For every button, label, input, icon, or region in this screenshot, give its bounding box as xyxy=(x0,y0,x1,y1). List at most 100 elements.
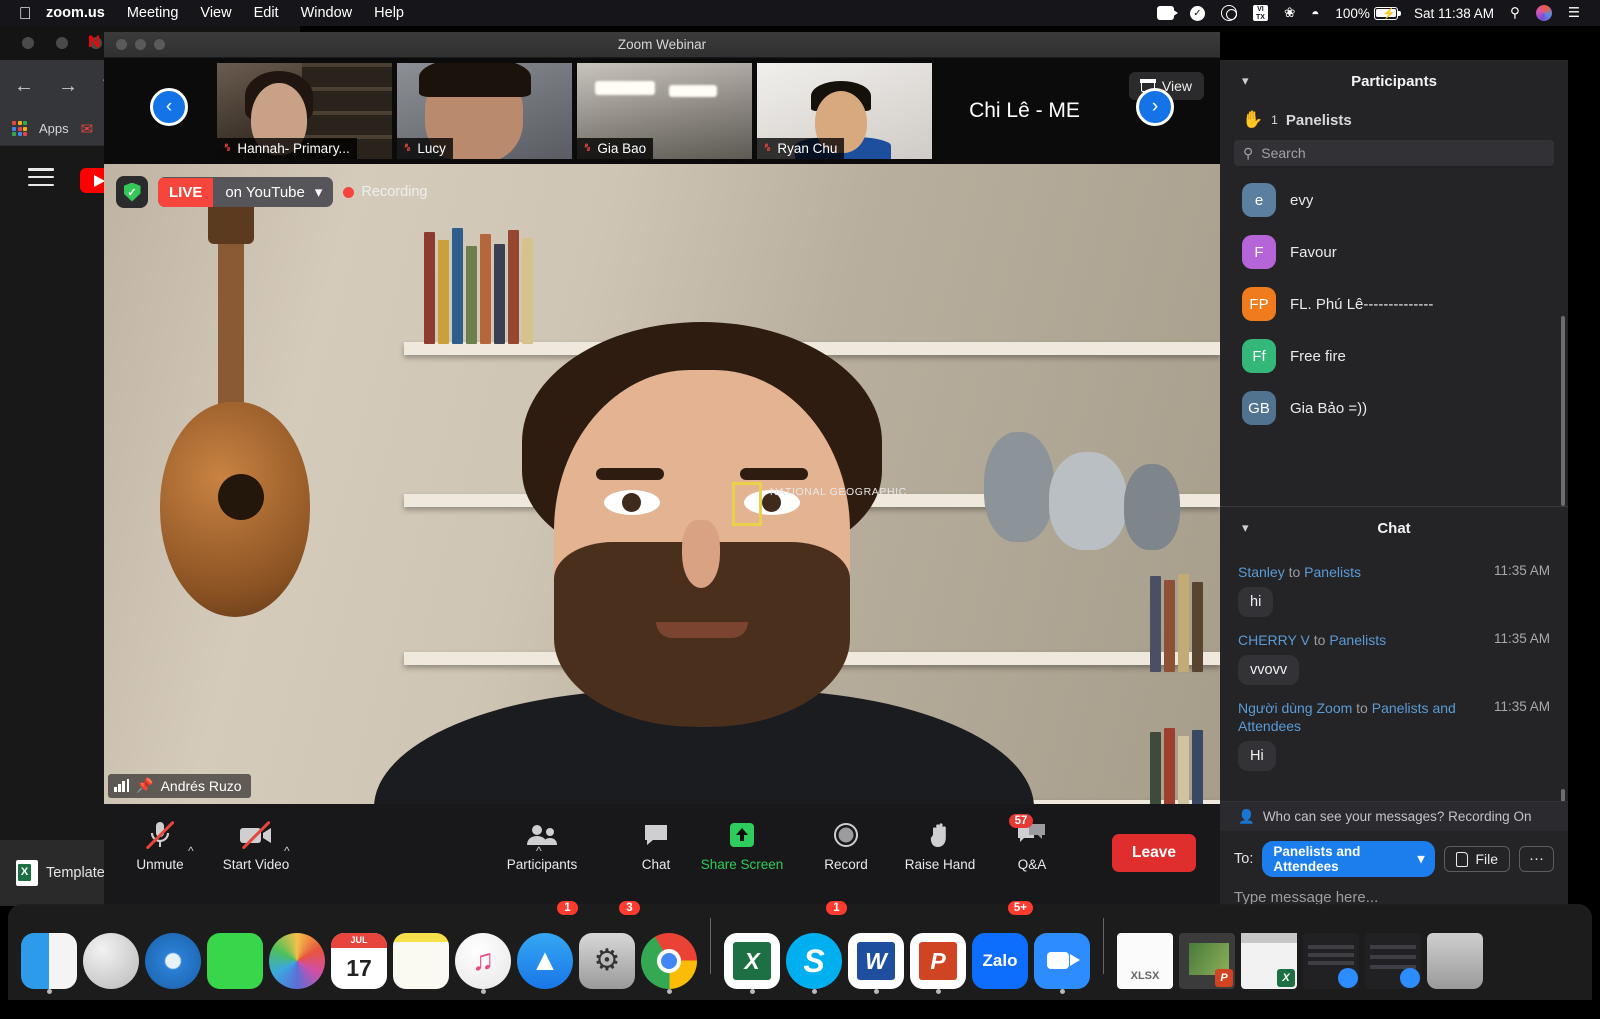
dock-item-facetime[interactable] xyxy=(204,904,266,996)
qa-button[interactable]: 57 Q&A xyxy=(984,818,1080,872)
raise-hand-button[interactable]: Raise Hand xyxy=(892,818,988,872)
participant-row[interactable]: F Favour xyxy=(1220,226,1568,278)
dock-item-xlsx-file[interactable]: XLSX xyxy=(1114,904,1176,996)
zoom-webinar-window: Zoom Webinar ‹ ␈ Hannah- Primary... ␈ Lu… xyxy=(104,32,1220,906)
unmute-label: Unmute xyxy=(136,857,183,872)
menu-item-zoom-us[interactable]: zoom.us xyxy=(38,5,116,21)
dock-item-notes[interactable] xyxy=(390,904,452,996)
dock-item-zoom-window-1[interactable] xyxy=(1300,904,1362,996)
live-streaming-badge[interactable]: LIVE on YouTube ▾ xyxy=(158,177,333,207)
filmstrip-next-button[interactable]: › xyxy=(1136,88,1174,126)
menu-bar-clock[interactable]: Sat 11:38 AM xyxy=(1406,6,1502,21)
dock-item-pptx-window[interactable]: P xyxy=(1176,904,1238,996)
chat-privacy-notice[interactable]: 👤 Who can see your messages? Recording O… xyxy=(1220,801,1568,831)
menu-item-view[interactable]: View xyxy=(189,5,242,21)
window-close-button[interactable] xyxy=(22,37,34,49)
chevron-down-icon[interactable]: ▾ xyxy=(1242,520,1249,536)
live-platform-dropdown[interactable]: on YouTube ▾ xyxy=(213,177,333,207)
share-screen-button[interactable]: Share Screen xyxy=(694,818,790,872)
forward-icon[interactable]: → xyxy=(58,75,78,98)
bluetooth-icon[interactable]: ❀ xyxy=(1276,5,1303,21)
encryption-shield-button[interactable]: ✓ xyxy=(116,176,148,208)
video-thumbnail-hannah[interactable]: ␈ Hannah- Primary... xyxy=(217,63,392,159)
video-thumbnail-gia-bao[interactable]: ␈ Gia Bao xyxy=(577,63,752,159)
video-options-caret-icon[interactable]: ^ xyxy=(284,844,290,858)
window-minimize-button[interactable] xyxy=(56,37,68,49)
chat-message-list[interactable]: Stanley to Panelists 11:35 AM hi CHERRY … xyxy=(1220,549,1568,801)
audio-options-caret-icon[interactable]: ^ xyxy=(188,844,194,858)
participant-row[interactable]: e evy xyxy=(1220,174,1568,226)
dock-item-trash[interactable] xyxy=(1424,904,1486,996)
siri-icon[interactable] xyxy=(1528,5,1560,21)
taskbar-item-template[interactable]: Template xyxy=(0,840,104,906)
dock-item-skype[interactable]: S 1 xyxy=(783,904,845,996)
dock-item-safari[interactable] xyxy=(142,904,204,996)
active-speaker-video[interactable]: NATIONAL GEOGRAPHIC ✓ LIVE on YouTube ▾ … xyxy=(104,164,1220,804)
back-icon[interactable]: ← xyxy=(14,75,34,98)
dock-item-calendar[interactable]: JUL 17 xyxy=(328,904,390,996)
control-center-icon[interactable]: ☰ xyxy=(1560,5,1588,21)
participants-list[interactable]: e evy F Favour FP FL. Phú Lê------------… xyxy=(1220,166,1568,506)
participant-row[interactable]: Ff Free fire xyxy=(1220,330,1568,382)
chat-more-options-button[interactable]: ··· xyxy=(1519,846,1554,872)
hamburger-menu-icon[interactable] xyxy=(28,168,54,186)
dock-item-zoom[interactable] xyxy=(1031,904,1093,996)
participants-scrollbar[interactable] xyxy=(1561,316,1565,506)
gmail-bookmark-icon[interactable]: ✉ xyxy=(81,120,94,138)
chat-sender[interactable]: Stanley to Panelists xyxy=(1238,563,1361,581)
video-thumbnail-chi-le-me[interactable]: Chi Lê - ME ␈ xyxy=(937,63,1112,159)
chat-sender[interactable]: CHERRY V to Panelists xyxy=(1238,631,1386,649)
dock-item-photos[interactable] xyxy=(266,904,328,996)
menu-item-meeting[interactable]: Meeting xyxy=(116,5,190,21)
chat-message: CHERRY V to Panelists 11:35 AM vvovv xyxy=(1238,631,1550,685)
filmstrip-prev-button[interactable]: ‹ xyxy=(150,88,188,126)
menu-item-help[interactable]: Help xyxy=(363,5,415,21)
participants-caret-icon[interactable]: ^ xyxy=(536,844,542,858)
chat-scrollbar[interactable] xyxy=(1561,789,1565,801)
dock-item-music[interactable]: ♫ xyxy=(452,904,514,996)
participant-row[interactable]: GB Gia Bảo =)) xyxy=(1220,382,1568,434)
chat-sender[interactable]: Người dùng Zoom to Panelists and Attende… xyxy=(1238,699,1486,735)
zoom-window-titlebar[interactable]: Zoom Webinar xyxy=(104,32,1220,58)
apps-grid-icon[interactable] xyxy=(12,121,27,136)
dock-item-finder[interactable] xyxy=(18,904,80,996)
battery-status[interactable]: 100% ⚡ xyxy=(1327,6,1406,21)
checkmark-circle-icon[interactable]: ✓ xyxy=(1182,6,1213,21)
thumbnail-name-bar: ␈ Hannah- Primary... xyxy=(217,138,357,159)
dock-item-zoom-window-2[interactable] xyxy=(1362,904,1424,996)
dock-item-system-preferences[interactable]: ⚙ 3 xyxy=(576,904,638,996)
dock-item-word[interactable]: W xyxy=(845,904,907,996)
macos-menu-bar[interactable]:  zoom.us Meeting View Edit Window Help … xyxy=(0,0,1600,26)
dock-item-app-store[interactable]: ▲ 1 xyxy=(514,904,576,996)
menu-item-edit[interactable]: Edit xyxy=(243,5,290,21)
attach-file-button[interactable]: File xyxy=(1444,846,1510,872)
dock-item-zalo[interactable]: Zalo 5+ xyxy=(969,904,1031,996)
participants-button[interactable]: Participants xyxy=(494,818,590,872)
leave-button[interactable]: Leave xyxy=(1112,834,1196,872)
dock-item-launchpad[interactable] xyxy=(80,904,142,996)
chat-button[interactable]: Chat xyxy=(608,818,704,872)
participants-panel-header: ▾ Participants xyxy=(1220,60,1568,102)
apple-icon[interactable]:  xyxy=(12,5,38,22)
recording-indicator[interactable]: Recording xyxy=(343,184,427,200)
zoom-camera-icon[interactable] xyxy=(1149,6,1182,20)
video-thumbnail-ryan-chu[interactable]: ␈ Ryan Chu xyxy=(757,63,932,159)
dock-item-powerpoint[interactable]: P xyxy=(907,904,969,996)
wifi-icon[interactable]: ◓ xyxy=(1303,6,1327,21)
spotlight-search-icon[interactable]: ⚲ xyxy=(1502,5,1528,21)
menu-item-window[interactable]: Window xyxy=(290,5,364,21)
dock-item-xlsx-window[interactable]: X xyxy=(1238,904,1300,996)
trash-icon xyxy=(1427,933,1483,989)
record-button[interactable]: Record xyxy=(798,818,894,872)
participant-row[interactable]: FP FL. Phú Lê-------------- xyxy=(1220,278,1568,330)
bookmark-apps-label[interactable]: Apps xyxy=(39,121,69,136)
video-thumbnail-lucy[interactable]: ␈ Lucy xyxy=(397,63,572,159)
chat-recipient-dropdown[interactable]: Panelists and Attendees ▾ xyxy=(1262,841,1435,877)
adobe-creative-cloud-icon[interactable] xyxy=(1213,5,1245,21)
thumbnail-name-bar: ␈ Lucy xyxy=(397,138,453,159)
chevron-down-icon[interactable]: ▾ xyxy=(1242,73,1249,89)
vitx-icon[interactable]: VITX xyxy=(1245,5,1276,21)
dock-item-excel[interactable]: X xyxy=(721,904,783,996)
dock-item-chrome[interactable] xyxy=(638,904,700,996)
participants-search-box[interactable]: ⚲ Search xyxy=(1234,140,1554,166)
